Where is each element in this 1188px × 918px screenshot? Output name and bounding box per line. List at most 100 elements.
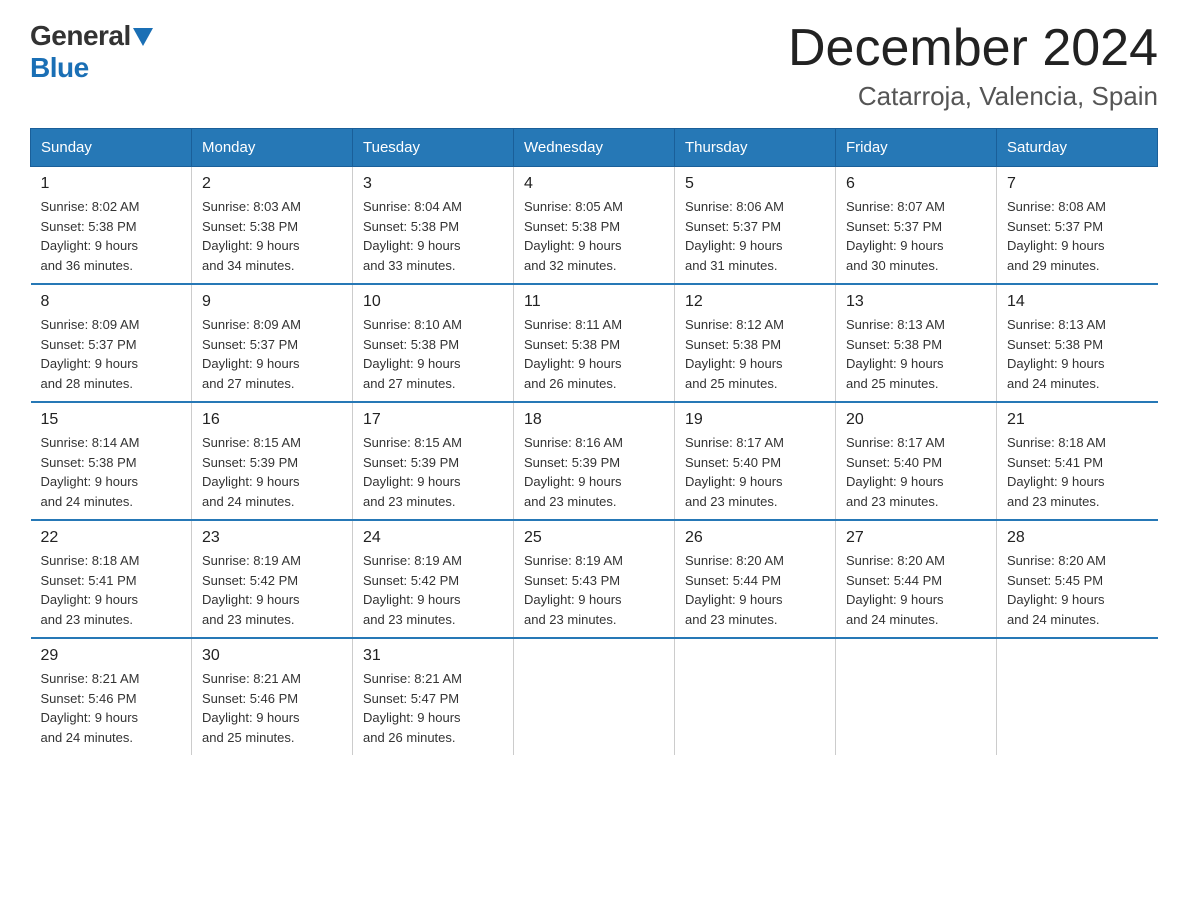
day-info: Sunrise: 8:21 AM Sunset: 5:46 PM Dayligh…: [202, 669, 342, 747]
col-thursday: Thursday: [675, 129, 836, 167]
table-row: 8 Sunrise: 8:09 AM Sunset: 5:37 PM Dayli…: [31, 284, 192, 402]
table-row: [836, 638, 997, 755]
day-number: 19: [685, 411, 825, 429]
day-number: 21: [1007, 411, 1148, 429]
day-info: Sunrise: 8:20 AM Sunset: 5:44 PM Dayligh…: [685, 551, 825, 629]
day-info: Sunrise: 8:18 AM Sunset: 5:41 PM Dayligh…: [1007, 433, 1148, 511]
day-number: 31: [363, 647, 503, 665]
table-row: 31 Sunrise: 8:21 AM Sunset: 5:47 PM Dayl…: [353, 638, 514, 755]
calendar-week-row: 29 Sunrise: 8:21 AM Sunset: 5:46 PM Dayl…: [31, 638, 1158, 755]
day-number: 16: [202, 411, 342, 429]
day-info: Sunrise: 8:19 AM Sunset: 5:42 PM Dayligh…: [202, 551, 342, 629]
day-number: 15: [41, 411, 182, 429]
table-row: 20 Sunrise: 8:17 AM Sunset: 5:40 PM Dayl…: [836, 402, 997, 520]
day-info: Sunrise: 8:09 AM Sunset: 5:37 PM Dayligh…: [41, 315, 182, 393]
day-number: 27: [846, 529, 986, 547]
day-number: 12: [685, 293, 825, 311]
day-info: Sunrise: 8:08 AM Sunset: 5:37 PM Dayligh…: [1007, 197, 1148, 275]
col-monday: Monday: [192, 129, 353, 167]
day-info: Sunrise: 8:15 AM Sunset: 5:39 PM Dayligh…: [363, 433, 503, 511]
day-number: 6: [846, 175, 986, 193]
table-row: 5 Sunrise: 8:06 AM Sunset: 5:37 PM Dayli…: [675, 167, 836, 285]
table-row: 11 Sunrise: 8:11 AM Sunset: 5:38 PM Dayl…: [514, 284, 675, 402]
table-row: 7 Sunrise: 8:08 AM Sunset: 5:37 PM Dayli…: [997, 167, 1158, 285]
day-number: 22: [41, 529, 182, 547]
day-number: 17: [363, 411, 503, 429]
day-number: 18: [524, 411, 664, 429]
col-tuesday: Tuesday: [353, 129, 514, 167]
table-row: 18 Sunrise: 8:16 AM Sunset: 5:39 PM Dayl…: [514, 402, 675, 520]
table-row: 2 Sunrise: 8:03 AM Sunset: 5:38 PM Dayli…: [192, 167, 353, 285]
table-row: 9 Sunrise: 8:09 AM Sunset: 5:37 PM Dayli…: [192, 284, 353, 402]
day-info: Sunrise: 8:09 AM Sunset: 5:37 PM Dayligh…: [202, 315, 342, 393]
calendar-week-row: 15 Sunrise: 8:14 AM Sunset: 5:38 PM Dayl…: [31, 402, 1158, 520]
table-row: [997, 638, 1158, 755]
col-friday: Friday: [836, 129, 997, 167]
day-number: 26: [685, 529, 825, 547]
table-row: 16 Sunrise: 8:15 AM Sunset: 5:39 PM Dayl…: [192, 402, 353, 520]
day-number: 7: [1007, 175, 1148, 193]
page-title: December 2024: [788, 20, 1158, 77]
table-row: 1 Sunrise: 8:02 AM Sunset: 5:38 PM Dayli…: [31, 167, 192, 285]
table-row: 25 Sunrise: 8:19 AM Sunset: 5:43 PM Dayl…: [514, 520, 675, 638]
day-info: Sunrise: 8:13 AM Sunset: 5:38 PM Dayligh…: [1007, 315, 1148, 393]
col-sunday: Sunday: [31, 129, 192, 167]
day-number: 5: [685, 175, 825, 193]
table-row: 15 Sunrise: 8:14 AM Sunset: 5:38 PM Dayl…: [31, 402, 192, 520]
day-info: Sunrise: 8:17 AM Sunset: 5:40 PM Dayligh…: [685, 433, 825, 511]
table-row: 17 Sunrise: 8:15 AM Sunset: 5:39 PM Dayl…: [353, 402, 514, 520]
table-row: 14 Sunrise: 8:13 AM Sunset: 5:38 PM Dayl…: [997, 284, 1158, 402]
day-info: Sunrise: 8:14 AM Sunset: 5:38 PM Dayligh…: [41, 433, 182, 511]
table-row: 26 Sunrise: 8:20 AM Sunset: 5:44 PM Dayl…: [675, 520, 836, 638]
day-number: 30: [202, 647, 342, 665]
day-info: Sunrise: 8:19 AM Sunset: 5:42 PM Dayligh…: [363, 551, 503, 629]
day-info: Sunrise: 8:11 AM Sunset: 5:38 PM Dayligh…: [524, 315, 664, 393]
day-info: Sunrise: 8:18 AM Sunset: 5:41 PM Dayligh…: [41, 551, 182, 629]
day-number: 25: [524, 529, 664, 547]
day-info: Sunrise: 8:07 AM Sunset: 5:37 PM Dayligh…: [846, 197, 986, 275]
day-number: 24: [363, 529, 503, 547]
logo-blue-text: Blue: [30, 52, 89, 84]
day-number: 29: [41, 647, 182, 665]
day-number: 3: [363, 175, 503, 193]
day-number: 2: [202, 175, 342, 193]
table-row: [514, 638, 675, 755]
day-number: 13: [846, 293, 986, 311]
table-row: 21 Sunrise: 8:18 AM Sunset: 5:41 PM Dayl…: [997, 402, 1158, 520]
day-info: Sunrise: 8:17 AM Sunset: 5:40 PM Dayligh…: [846, 433, 986, 511]
calendar-week-row: 22 Sunrise: 8:18 AM Sunset: 5:41 PM Dayl…: [31, 520, 1158, 638]
day-info: Sunrise: 8:04 AM Sunset: 5:38 PM Dayligh…: [363, 197, 503, 275]
day-number: 4: [524, 175, 664, 193]
table-row: 12 Sunrise: 8:12 AM Sunset: 5:38 PM Dayl…: [675, 284, 836, 402]
col-wednesday: Wednesday: [514, 129, 675, 167]
calendar-header-row: Sunday Monday Tuesday Wednesday Thursday…: [31, 129, 1158, 167]
day-number: 11: [524, 293, 664, 311]
page-header: General Blue December 2024 Catarroja, Va…: [30, 20, 1158, 112]
logo: General Blue: [30, 20, 153, 84]
day-number: 9: [202, 293, 342, 311]
day-info: Sunrise: 8:19 AM Sunset: 5:43 PM Dayligh…: [524, 551, 664, 629]
table-row: 4 Sunrise: 8:05 AM Sunset: 5:38 PM Dayli…: [514, 167, 675, 285]
day-number: 8: [41, 293, 182, 311]
table-row: 29 Sunrise: 8:21 AM Sunset: 5:46 PM Dayl…: [31, 638, 192, 755]
table-row: 3 Sunrise: 8:04 AM Sunset: 5:38 PM Dayli…: [353, 167, 514, 285]
day-info: Sunrise: 8:12 AM Sunset: 5:38 PM Dayligh…: [685, 315, 825, 393]
logo-general-text: General: [30, 20, 131, 52]
day-number: 14: [1007, 293, 1148, 311]
table-row: 22 Sunrise: 8:18 AM Sunset: 5:41 PM Dayl…: [31, 520, 192, 638]
table-row: 28 Sunrise: 8:20 AM Sunset: 5:45 PM Dayl…: [997, 520, 1158, 638]
day-number: 28: [1007, 529, 1148, 547]
table-row: 24 Sunrise: 8:19 AM Sunset: 5:42 PM Dayl…: [353, 520, 514, 638]
day-info: Sunrise: 8:15 AM Sunset: 5:39 PM Dayligh…: [202, 433, 342, 511]
title-block: December 2024 Catarroja, Valencia, Spain: [788, 20, 1158, 112]
day-info: Sunrise: 8:16 AM Sunset: 5:39 PM Dayligh…: [524, 433, 664, 511]
day-info: Sunrise: 8:21 AM Sunset: 5:47 PM Dayligh…: [363, 669, 503, 747]
day-info: Sunrise: 8:10 AM Sunset: 5:38 PM Dayligh…: [363, 315, 503, 393]
col-saturday: Saturday: [997, 129, 1158, 167]
day-info: Sunrise: 8:06 AM Sunset: 5:37 PM Dayligh…: [685, 197, 825, 275]
day-info: Sunrise: 8:05 AM Sunset: 5:38 PM Dayligh…: [524, 197, 664, 275]
day-number: 1: [41, 175, 182, 193]
day-number: 20: [846, 411, 986, 429]
day-number: 10: [363, 293, 503, 311]
table-row: 6 Sunrise: 8:07 AM Sunset: 5:37 PM Dayli…: [836, 167, 997, 285]
